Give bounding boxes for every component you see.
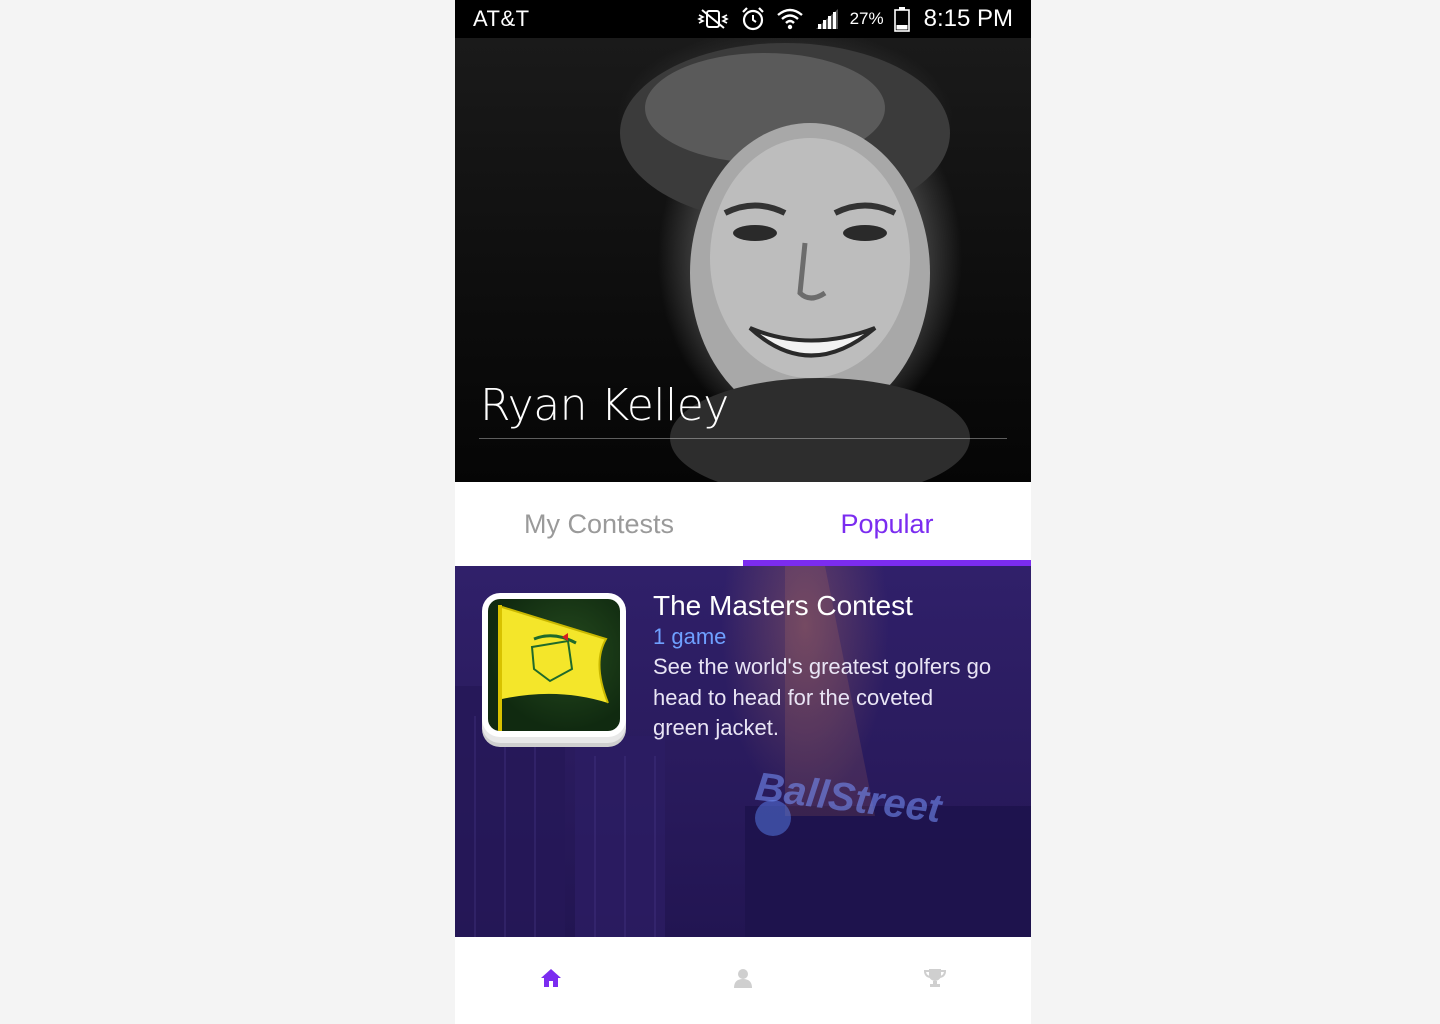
home-icon (540, 968, 562, 993)
contest-title: The Masters Contest (653, 590, 913, 621)
tab-popular[interactable]: Popular (743, 482, 1031, 566)
profile-header: Ryan Kelley (455, 38, 1031, 482)
masters-logo (482, 593, 626, 737)
profile-name: Ryan Kelley (480, 380, 729, 431)
contest-card[interactable]: BallStreet The Masters Contest 1 game Se… (455, 566, 1031, 937)
carrier-label: AT&T (473, 6, 530, 31)
clock: 8:15 PM (923, 5, 1013, 32)
status-icons: 27% 8:15 PM (696, 5, 1013, 33)
tab-my-contests[interactable]: My Contests (455, 482, 743, 566)
battery-percent: 27% (849, 9, 884, 28)
trophy-icon (923, 968, 947, 993)
tab-bar: My Contests Popular (455, 482, 1031, 566)
wifi-icon (776, 6, 804, 32)
app-screen: AT&T 27% 8:15 PM Ryan Kelley My Contests… (455, 0, 1031, 1024)
nav-home[interactable] (455, 937, 647, 1024)
name-divider (479, 438, 1007, 439)
battery-icon (893, 6, 910, 32)
contest-description: See the world's greatest golfers go head… (653, 654, 992, 740)
vibrate-icon (696, 8, 730, 30)
user-icon (733, 968, 753, 993)
bottom-nav (455, 937, 1031, 1024)
contest-game-count: 1 game (653, 624, 727, 649)
nav-leaderboard[interactable] (839, 937, 1031, 1024)
flag-icon (498, 605, 609, 731)
alarm-icon (740, 6, 766, 32)
signal-icon (814, 7, 840, 31)
nav-profile[interactable] (647, 937, 839, 1024)
status-bar: AT&T 27% 8:15 PM (455, 0, 1031, 38)
